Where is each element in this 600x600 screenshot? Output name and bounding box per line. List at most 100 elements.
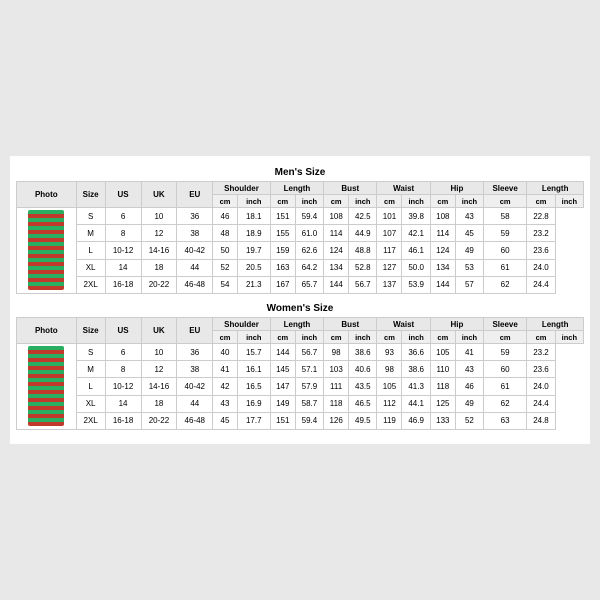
table-cell: 46.9 [402,412,430,429]
table-cell: 61.0 [295,225,323,242]
uk-header: UK [141,182,177,208]
w-bust-cm: cm [324,331,349,344]
w-hip-inch: inch [455,331,483,344]
table-cell: 144 [270,344,295,361]
table-cell: 36 [177,208,213,225]
bust-inch: inch [349,195,377,208]
length2-cm: cm [527,195,555,208]
table-cell: 24.4 [527,395,555,412]
table-cell: 44.9 [349,225,377,242]
table-cell: 20-22 [141,412,177,429]
table-cell: 60 [483,242,526,259]
table-cell: 44 [177,395,213,412]
table-cell: 111 [324,378,349,395]
table-cell: 24.4 [527,276,555,293]
table-cell: 24.0 [527,259,555,276]
table-cell: 12 [141,361,177,378]
hip-cm: cm [430,195,455,208]
table-cell: 38 [177,361,213,378]
size-chart-container: Men's Size Photo Size US UK EU Shoulder … [10,156,590,444]
table-cell: 45 [455,225,483,242]
table-cell: 6 [105,208,141,225]
table-cell: 49.5 [349,412,377,429]
photo-cell [17,208,77,294]
table-cell: 53 [455,259,483,276]
table-row: L10-1214-1640-424216.514757.911143.51054… [17,378,584,395]
table-cell: 49 [455,395,483,412]
table-cell: 45 [213,412,238,429]
table-cell: 52.8 [349,259,377,276]
w-waist-inch: inch [402,331,430,344]
table-cell: 144 [324,276,349,293]
table-cell: 57 [455,276,483,293]
table-cell: 10-12 [105,242,141,259]
w-uk-header: UK [141,318,177,344]
table-cell: 20-22 [141,276,177,293]
table-cell: 38.6 [402,361,430,378]
table-cell: 119 [377,412,402,429]
table-row: S610364015.714456.79838.69336.6105415923… [17,344,584,361]
table-cell: 14 [105,395,141,412]
table-cell: 43 [213,395,238,412]
table-cell: 41 [455,344,483,361]
table-cell: 108 [430,208,455,225]
table-cell: 6 [105,344,141,361]
table-cell: 155 [270,225,295,242]
table-cell: 59.4 [295,412,323,429]
w-sleeve-cm: cm [483,331,526,344]
table-cell: 40-42 [177,242,213,259]
womens-header-row: Photo Size US UK EU Shoulder Length Bust… [17,318,584,331]
table-cell: 110 [430,361,455,378]
table-cell: 18 [141,395,177,412]
length-cm: cm [270,195,295,208]
table-cell: 167 [270,276,295,293]
table-cell: 38.6 [349,344,377,361]
w-length2-header: Length [527,318,584,331]
table-cell: 20.5 [237,259,270,276]
photo-header: Photo [17,182,77,208]
hip-header: Hip [430,182,483,195]
w-waist-cm: cm [377,331,402,344]
table-cell: 112 [377,395,402,412]
table-cell: 133 [430,412,455,429]
w-photo-header: Photo [17,318,77,344]
w-waist-header: Waist [377,318,430,331]
length-header: Length [270,182,323,195]
table-cell: 40 [213,344,238,361]
w-shoulder-cm: cm [213,331,238,344]
table-cell: 105 [377,378,402,395]
w-bust-header: Bust [324,318,377,331]
table-cell: 93 [377,344,402,361]
w-length2-inch: inch [555,331,583,344]
table-cell: 46 [213,208,238,225]
table-cell: 54 [213,276,238,293]
table-cell: 108 [324,208,349,225]
w-shoulder-header: Shoulder [213,318,271,331]
w-hip-cm: cm [430,331,455,344]
table-cell: 48.8 [349,242,377,259]
table-cell: 126 [324,412,349,429]
table-cell: 137 [377,276,402,293]
table-cell: 46.1 [402,242,430,259]
shoulder-cm: cm [213,195,238,208]
table-cell: S [76,208,105,225]
table-cell: 149 [270,395,295,412]
table-cell: 46.5 [349,395,377,412]
length2-inch: inch [555,195,583,208]
table-cell: 41 [213,361,238,378]
table-cell: 159 [270,242,295,259]
table-cell: 50 [213,242,238,259]
table-row: M812384818.915561.011444.910742.11144559… [17,225,584,242]
table-cell: 18.1 [237,208,270,225]
table-cell: 118 [324,395,349,412]
table-row: 2XL16-1820-2246-485421.316765.714456.713… [17,276,584,293]
table-cell: 43.5 [349,378,377,395]
table-cell: 101 [377,208,402,225]
table-cell: 57.1 [295,361,323,378]
table-cell: 44.1 [402,395,430,412]
table-cell: 53.9 [402,276,430,293]
w-hip-header: Hip [430,318,483,331]
table-cell: 12 [141,225,177,242]
table-cell: 60 [483,361,526,378]
women-figure-icon [28,346,64,426]
